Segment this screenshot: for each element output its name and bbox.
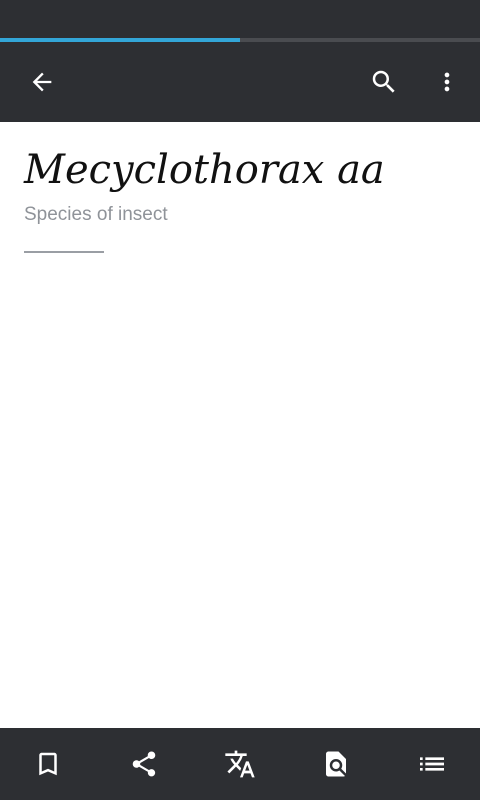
arrow-back-icon [28, 68, 56, 96]
top-toolbar [0, 42, 480, 122]
overflow-menu-button[interactable] [419, 54, 475, 110]
search-icon [369, 67, 399, 97]
table-of-contents-icon [416, 748, 448, 780]
translate-icon [224, 748, 256, 780]
find-in-page-button[interactable] [308, 736, 364, 792]
save-bookmark-button[interactable] [20, 736, 76, 792]
find-in-page-icon [321, 749, 351, 779]
share-button[interactable] [116, 736, 172, 792]
title-divider [24, 251, 104, 253]
share-icon [129, 749, 159, 779]
status-bar [0, 0, 480, 38]
article-description: Species of insect [24, 204, 168, 225]
bookmark-icon [33, 749, 63, 779]
article-title: Mecyclothorax aa [24, 147, 385, 193]
more-vert-icon [433, 68, 461, 96]
language-button[interactable] [212, 736, 268, 792]
bottom-action-bar [0, 728, 480, 800]
search-button[interactable] [356, 54, 412, 110]
table-of-contents-button[interactable] [404, 736, 460, 792]
back-button[interactable] [14, 54, 70, 110]
